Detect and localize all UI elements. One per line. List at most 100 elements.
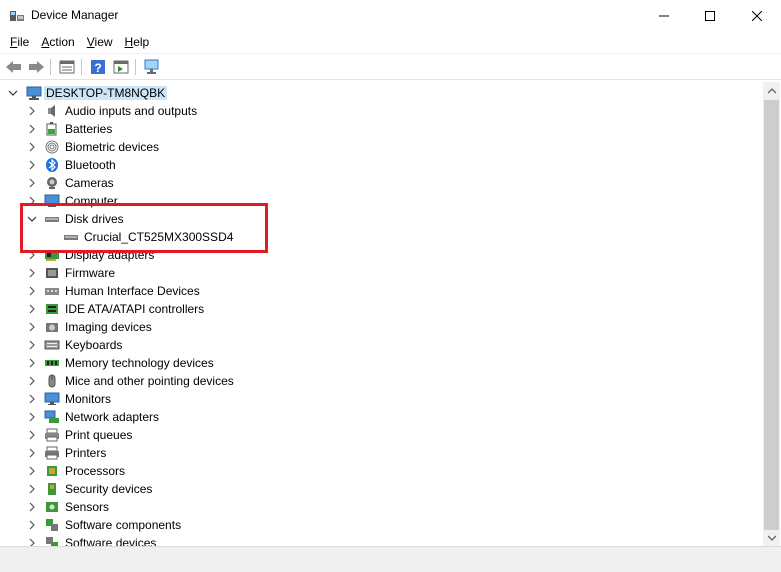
chevron-right-icon[interactable] <box>27 286 37 296</box>
toolbar: ? <box>0 53 781 80</box>
menu-file[interactable]: File <box>4 31 35 53</box>
chevron-right-icon[interactable] <box>27 304 37 314</box>
ide-controller-icon <box>46 304 58 314</box>
chevron-up-icon <box>767 87 776 93</box>
chevron-right-icon[interactable] <box>27 394 37 404</box>
tree-item-batteries[interactable]: Batteries <box>0 120 760 138</box>
scroll-up-button[interactable] <box>763 82 780 99</box>
tree-item-printers[interactable]: Printers <box>0 444 760 462</box>
tree-item-cameras[interactable]: Cameras <box>0 174 760 192</box>
scroll-thumb[interactable] <box>764 100 779 530</box>
menu-action-rest: ction <box>49 35 75 49</box>
menu-help[interactable]: Help <box>119 31 156 53</box>
properties-button[interactable] <box>57 58 77 76</box>
tree-item-label: Cameras <box>65 176 114 190</box>
toolbar-separator <box>135 59 136 75</box>
hid-icon <box>45 288 59 295</box>
chevron-right-icon[interactable] <box>27 448 37 458</box>
chevron-right-icon[interactable] <box>27 502 37 512</box>
device-tree[interactable]: DESKTOP-TM8NQBK Audio inputs and outputs… <box>0 82 763 546</box>
imaging-device-icon <box>46 323 58 332</box>
help-button[interactable]: ? <box>88 58 108 76</box>
chevron-right-icon[interactable] <box>27 376 37 386</box>
tree-item-label: Printers <box>65 446 107 460</box>
tree-item-sensors[interactable]: Sensors <box>0 498 760 516</box>
firmware-icon <box>46 268 58 278</box>
network-adapter-icon <box>44 410 59 423</box>
chevron-right-icon[interactable] <box>27 430 37 440</box>
tree-item-network-adapters[interactable]: Network adapters <box>0 408 760 426</box>
action-view-button[interactable] <box>111 58 131 76</box>
scan-hardware-button[interactable] <box>142 58 162 76</box>
svg-text:?: ? <box>94 61 101 75</box>
menu-view-accel: V <box>86 35 95 49</box>
chevron-right-icon[interactable] <box>27 106 37 116</box>
chevron-right-icon[interactable] <box>27 538 37 546</box>
speaker-icon <box>48 105 55 117</box>
maximize-button[interactable] <box>687 0 733 31</box>
tree-item-label: Security devices <box>65 482 153 496</box>
tree-item-processors[interactable]: Processors <box>0 462 760 480</box>
close-button[interactable] <box>734 0 780 31</box>
chevron-right-icon[interactable] <box>27 124 37 134</box>
tree-item-audio-inputs-and-outputs[interactable]: Audio inputs and outputs <box>0 102 760 120</box>
forward-arrow-icon <box>29 61 44 73</box>
tree-item-imaging-devices[interactable]: Imaging devices <box>0 318 760 336</box>
tree-item-software-components[interactable]: Software components <box>0 516 760 534</box>
computer-root-icon <box>26 86 42 100</box>
forward-button[interactable] <box>26 58 46 76</box>
tree-item-software-devices[interactable]: Software devices <box>0 534 760 546</box>
tree-item-human-interface-devices[interactable]: Human Interface Devices <box>0 282 760 300</box>
vertical-scrollbar[interactable] <box>763 82 780 546</box>
tree-item-label: Software devices <box>65 536 157 546</box>
action-pane-icon <box>113 60 129 74</box>
chevron-right-icon[interactable] <box>27 142 37 152</box>
camera-icon <box>47 177 57 189</box>
minimize-button[interactable] <box>641 0 687 31</box>
chevron-right-icon[interactable] <box>27 466 37 476</box>
scroll-down-button[interactable] <box>763 529 780 546</box>
menu-help-accel: H <box>124 35 134 49</box>
toolbar-separator <box>81 59 82 75</box>
tree-item-label: Audio inputs and outputs <box>65 104 198 118</box>
tree-item-monitors[interactable]: Monitors <box>0 390 760 408</box>
processor-icon <box>47 466 57 476</box>
back-arrow-icon <box>6 61 21 73</box>
chevron-right-icon[interactable] <box>27 178 37 188</box>
title-bar: Device Manager <box>0 0 781 31</box>
tree-item-security-devices[interactable]: Security devices <box>0 480 760 498</box>
tree-item-mice-and-other-pointing-devices[interactable]: Mice and other pointing devices <box>0 372 760 390</box>
tree-item-label: Imaging devices <box>65 320 152 334</box>
chevron-down-icon[interactable] <box>8 88 18 98</box>
tree-item-bluetooth[interactable]: Bluetooth <box>0 156 760 174</box>
print-queue-icon <box>45 428 59 442</box>
chevron-down-icon <box>767 535 776 541</box>
tree-item-label: Mice and other pointing devices <box>65 374 234 388</box>
back-button[interactable] <box>4 58 24 76</box>
highlight-box <box>20 203 268 253</box>
tree-item-firmware[interactable]: Firmware <box>0 264 760 282</box>
tree-item-label: Bluetooth <box>65 158 116 172</box>
status-bar <box>0 546 781 572</box>
chevron-right-icon[interactable] <box>27 484 37 494</box>
tree-item-print-queues[interactable]: Print queues <box>0 426 760 444</box>
menu-view[interactable]: View <box>81 31 119 53</box>
tree-item-label: Network adapters <box>65 410 160 424</box>
chevron-right-icon[interactable] <box>27 412 37 422</box>
chevron-right-icon[interactable] <box>27 340 37 350</box>
chevron-right-icon[interactable] <box>27 358 37 368</box>
tree-item-label: Software components <box>65 518 182 532</box>
menu-help-rest: elp <box>133 35 150 49</box>
tree-root[interactable]: DESKTOP-TM8NQBK <box>0 84 760 102</box>
tree-item-biometric-devices[interactable]: Biometric devices <box>0 138 760 156</box>
chevron-right-icon[interactable] <box>27 268 37 278</box>
chevron-right-icon[interactable] <box>27 322 37 332</box>
tree-item-ide-ata-atapi-controllers[interactable]: IDE ATA/ATAPI controllers <box>0 300 760 318</box>
tree-item-label: Monitors <box>65 392 112 406</box>
menu-action[interactable]: Action <box>35 31 80 53</box>
chevron-right-icon[interactable] <box>27 160 37 170</box>
tree-item-memory-technology-devices[interactable]: Memory technology devices <box>0 354 760 372</box>
chevron-right-icon[interactable] <box>27 520 37 530</box>
tree-item-label: Memory technology devices <box>65 356 214 370</box>
tree-item-keyboards[interactable]: Keyboards <box>0 336 760 354</box>
